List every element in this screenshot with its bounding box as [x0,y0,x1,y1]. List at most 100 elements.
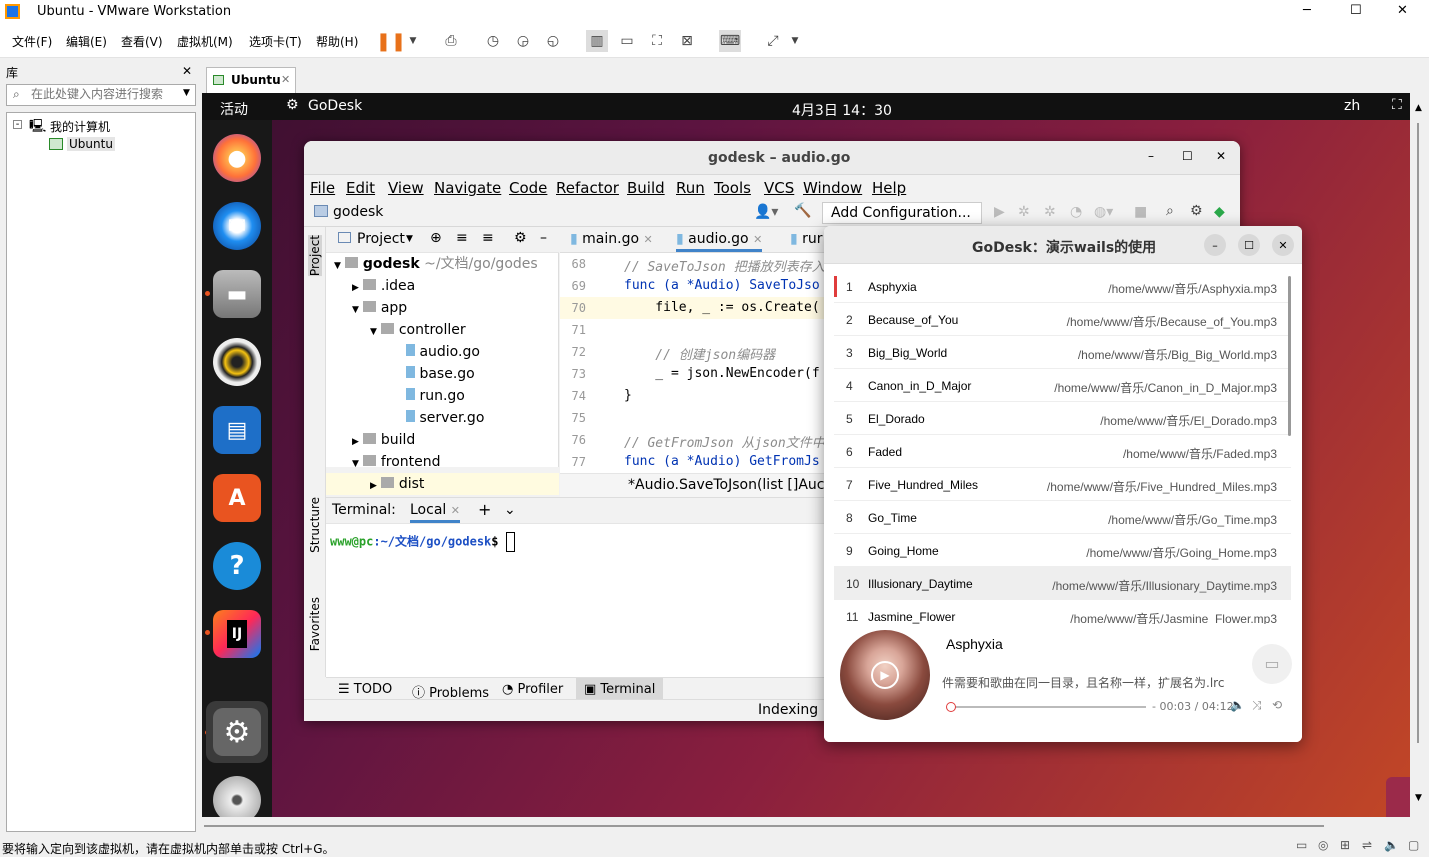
terminal-prompt[interactable]: www@pc:~/文档/go/godesk$ [330,532,515,552]
playlist-row[interactable]: 10 Illusionary_Daytime/home/www/音乐/Illusi… [834,567,1291,600]
clock[interactable]: 4月3日 14：30 [792,100,892,120]
progress-handle[interactable] [946,702,957,712]
tree-item-ubuntu[interactable]: Ubuntu [67,137,115,151]
stop-icon[interactable]: ■ [1134,204,1147,220]
hide-icon[interactable]: – [540,230,547,246]
vm-vertical-scrollbar[interactable]: ▲ ▼ [1410,93,1429,817]
desktop-corner-widget[interactable] [1386,777,1410,817]
library-close-button[interactable]: ✕ [182,64,192,78]
ide-menu-tools[interactable]: Tools [714,179,751,197]
tree-row[interactable]: ▶ build [326,429,559,451]
cd-icon[interactable]: ◎ [1318,838,1328,852]
tree-row[interactable]: ▶ .idea [326,275,559,297]
playlist-row[interactable]: 9 Going_Home/home/www/音乐/Going_Home.mp3 [834,534,1291,567]
tab-main-go[interactable]: ▮ main.go ✕ [570,231,653,247]
open-folder-icon[interactable]: ▭ [1252,644,1292,684]
scroll-up-icon[interactable]: ▲ [1415,103,1422,113]
tree-row[interactable]: run.go [326,385,559,407]
app-menu[interactable]: GoDesk [308,98,362,114]
tab-ubuntu[interactable]: Ubuntu ✕ [206,67,296,93]
intellij-icon[interactable]: IJ [213,610,261,658]
ide-menu-view[interactable]: View [388,179,424,197]
menu-edit[interactable]: 编辑(E) [66,33,107,50]
dvd-icon[interactable] [213,776,261,817]
pause-icon[interactable]: ❚❚ [376,30,406,52]
hscroll-thumb[interactable] [204,825,1324,827]
menu-view[interactable]: 查看(V) [121,33,163,50]
hdd-icon[interactable]: ▭ [1296,838,1307,852]
stretch-dropdown-icon[interactable]: ▼ [784,30,806,52]
send-keys-icon[interactable]: ⎙ [440,30,462,52]
repeat-icon[interactable]: ⟲ [1272,698,1282,712]
console-icon[interactable]: ⌨ [719,30,741,52]
menu-tabs[interactable]: 选项卡(T) [249,33,302,50]
firefox-icon[interactable]: ● [213,134,261,182]
scroll-down-icon[interactable]: ▼ [1415,793,1422,803]
playlist-scrollbar[interactable] [1288,276,1291,436]
coverage-icon[interactable]: ✲ [1044,204,1056,220]
tree-row[interactable]: base.go [326,363,559,385]
library-search[interactable]: ⌕ ▼ [6,84,196,106]
tab-close-button[interactable]: ✕ [281,73,290,86]
library-view-icon[interactable]: ▥ [586,30,608,52]
maximize-button[interactable]: ☐ [1350,3,1362,18]
network-icon[interactable]: ⛶ [1392,97,1402,113]
input-method[interactable]: zh [1344,98,1360,114]
playlist-row[interactable]: 5 El_Dorado/home/www/音乐/El_Dorado.mp3 [834,402,1291,435]
playlist-row[interactable]: 4 Canon_in_D_Major/home/www/音乐/Canon_in_D… [834,369,1291,402]
menu-help[interactable]: 帮助(H) [316,33,358,50]
dropdown-icon[interactable]: ▼ [402,30,424,52]
add-configuration-button[interactable]: Add Configuration... [822,202,982,224]
terminal-tab-local[interactable]: Local ✕ [410,502,460,523]
ide-close-button[interactable]: ✕ [1216,149,1226,163]
godesk-close-button[interactable]: ✕ [1272,234,1294,256]
scroll-thumb[interactable] [1417,123,1419,743]
godesk-maximize-button[interactable]: ☐ [1238,234,1260,256]
playlist-row[interactable]: 3 Big_Big_World/home/www/音乐/Big_Big_World… [834,336,1291,369]
build-icon[interactable]: 🔨 [794,203,811,219]
ide-menu-refactor[interactable]: Refactor [556,179,619,197]
godesk-window[interactable]: GoDesk：演示wails的使用 – ☐ ✕ 1 Asphyxia/home/w… [824,226,1302,742]
close-button[interactable]: ✕ [1397,3,1408,18]
vm-horizontal-scrollbar[interactable] [202,817,1410,836]
settings-icon[interactable]: ⚙ [213,708,261,756]
fullscreen-icon[interactable]: ⛶ [646,30,668,52]
usb-icon[interactable]: ⇌ [1362,838,1372,852]
chevron-down-icon[interactable]: ▼ [183,88,190,98]
chevron-down-icon[interactable]: ⌄ [504,502,516,518]
volume-icon[interactable]: 🔈 [1230,698,1245,712]
playlist-row[interactable]: 6 Faded/home/www/音乐/Faded.mp3 [834,435,1291,468]
editor-breadcrumb[interactable]: *Audio.SaveToJson(list []Auc [628,477,825,493]
ide-minimize-button[interactable]: – [1148,149,1154,163]
terminal-tab[interactable]: ▣ Terminal [576,678,664,701]
ubuntu-desktop[interactable]: 活动 ⚙ GoDesk 4月3日 14：30 zh ⛶ ● ✉ ▬ ▤ A ? … [202,93,1410,817]
playlist-row[interactable]: 2 Because_of_You/home/www/音乐/Because_of_Y… [834,303,1291,336]
stretch-icon[interactable]: ⤢ [762,30,784,52]
godesk-minimize-button[interactable]: – [1204,234,1226,256]
tree-row[interactable]: ▼ app [326,297,559,319]
favorites-tool-tab[interactable]: Favorites [308,597,322,651]
project-tool-tab[interactable]: Project [308,235,322,277]
project-breadcrumb[interactable]: godesk [333,204,383,220]
ide-maximize-button[interactable]: ☐ [1182,149,1193,163]
thumbnail-icon[interactable]: ▭ [616,30,638,52]
sound-icon[interactable]: 🔈 [1384,838,1399,852]
locate-icon[interactable]: ⊕ [430,230,442,246]
tree-row[interactable]: ▶ dist [326,473,559,495]
gear-icon[interactable]: ⚙ [514,230,527,246]
run-icon[interactable]: ▶ [994,204,1005,220]
plugin-icon[interactable]: ◆ [1214,204,1225,220]
structure-tool-tab[interactable]: Structure [308,497,322,553]
todo-tab[interactable]: ☰ TODO [338,682,392,697]
tree-row[interactable]: ▼ frontend [326,451,559,473]
ide-menu-code[interactable]: Code [509,179,547,197]
rhythmbox-icon[interactable] [213,338,261,386]
ide-menu-window[interactable]: Window [803,179,862,197]
minimize-button[interactable]: ─ [1303,3,1311,18]
activities-button[interactable]: 活动 [220,99,248,119]
revert-snapshot-icon[interactable]: ◶ [512,30,534,52]
tab-audio-go[interactable]: ▮ audio.go ✕ [676,231,763,252]
playlist-row[interactable]: 1 Asphyxia/home/www/音乐/Asphyxia.mp3 [834,270,1291,303]
message-icon[interactable]: ▢ [1408,838,1419,852]
ide-menu-vcs[interactable]: VCS [764,179,794,197]
